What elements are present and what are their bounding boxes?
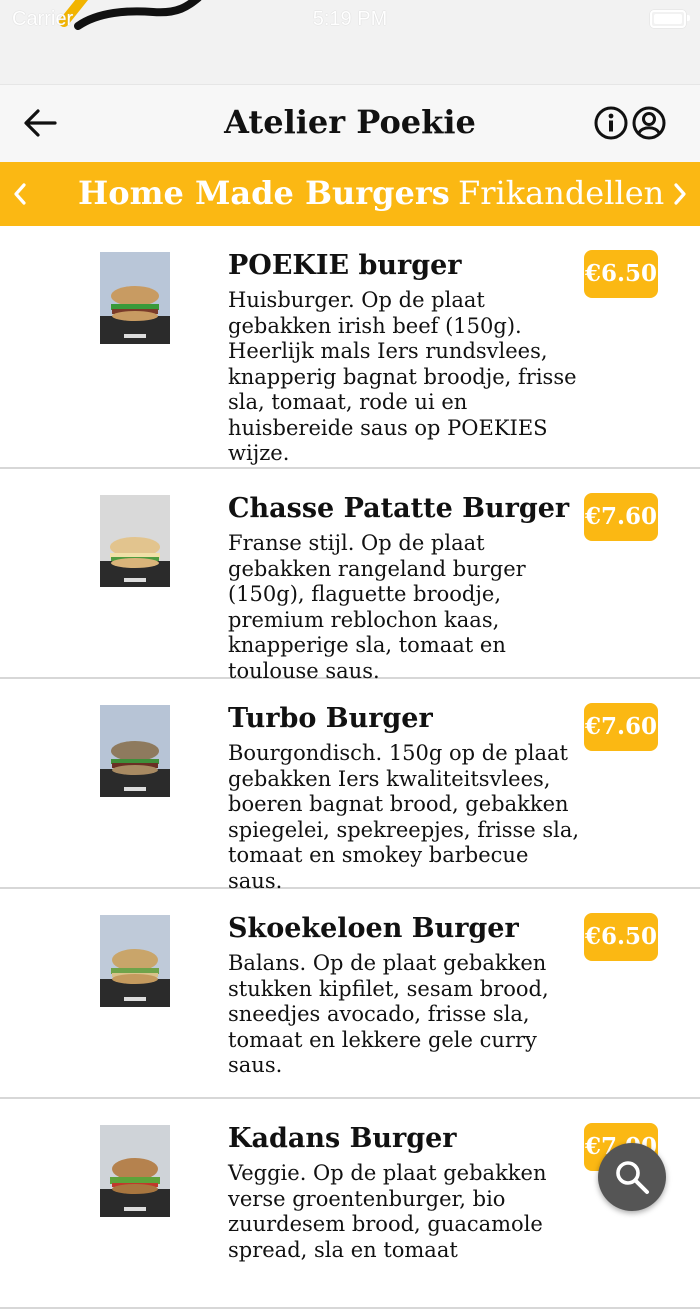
- list-item[interactable]: Skoekeloen Burger Balans. Op de plaat ge…: [0, 889, 700, 1099]
- search-button[interactable]: [598, 1143, 666, 1211]
- list-item[interactable]: Turbo Burger Bourgondisch. 150g op de pl…: [0, 679, 700, 893]
- tab-frikandellen[interactable]: Frikandellen: [458, 174, 664, 212]
- product-name: Chasse Patatte Burger: [228, 493, 570, 524]
- battery-icon: [650, 10, 690, 28]
- user-circle-icon[interactable]: [632, 106, 666, 140]
- price-badge: €6.50: [584, 250, 658, 298]
- product-image: [100, 915, 170, 1007]
- chevron-left-icon[interactable]: [10, 180, 30, 208]
- product-name: Skoekeloen Burger: [228, 913, 519, 944]
- product-image: [100, 705, 170, 797]
- product-description: Balans. Op de plaat gebakken stukken kip…: [228, 951, 549, 1077]
- category-bar: Home Made Burgers Frikandellen: [0, 162, 700, 226]
- product-description: Huisburger. Op de plaat gebakken irish b…: [228, 288, 577, 465]
- status-bar: Carrier 5:19 PM: [0, 0, 700, 84]
- product-name: Kadans Burger: [228, 1123, 457, 1154]
- tab-home-made-burgers[interactable]: Home Made Burgers: [78, 174, 450, 212]
- chevron-right-icon[interactable]: [670, 180, 690, 208]
- product-image: [100, 1125, 170, 1217]
- nav-bar: Atelier Poekie: [0, 84, 700, 163]
- product-name: POEKIE burger: [228, 250, 462, 281]
- product-image: [100, 495, 170, 587]
- product-description: Bourgondisch. 150g op de plaat gebakken …: [228, 741, 580, 893]
- price-badge: €6.50: [584, 913, 658, 961]
- product-description: Franse stijl. Op de plaat gebakken range…: [228, 531, 526, 683]
- price-badge: €7.60: [584, 493, 658, 541]
- product-list: POEKIE burger Huisburger. Op de plaat ge…: [0, 226, 700, 1309]
- product-image: [100, 252, 170, 344]
- search-icon: [616, 1161, 649, 1194]
- list-item[interactable]: POEKIE burger Huisburger. Op de plaat ge…: [0, 226, 700, 469]
- list-item[interactable]: Chasse Patatte Burger Franse stijl. Op d…: [0, 469, 700, 683]
- price-badge: €7.60: [584, 703, 658, 751]
- info-icon[interactable]: [594, 106, 628, 140]
- product-description: Veggie. Op de plaat gebakken verse groen…: [228, 1161, 547, 1262]
- status-time: 5:19 PM: [312, 8, 388, 30]
- product-name: Turbo Burger: [228, 703, 433, 734]
- list-item[interactable]: Kadans Burger Veggie. Op de plaat gebakk…: [0, 1099, 700, 1309]
